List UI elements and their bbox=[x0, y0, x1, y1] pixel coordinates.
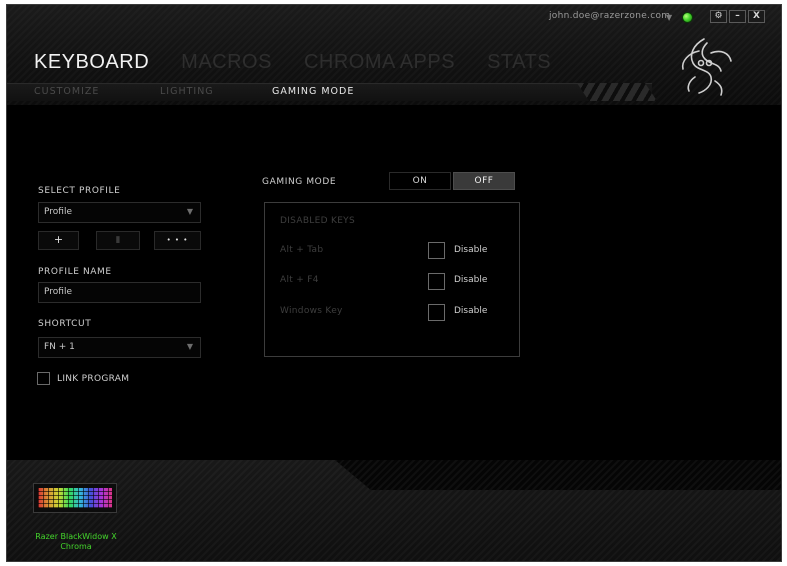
device-thumbnail[interactable] bbox=[33, 483, 117, 513]
account-email[interactable]: john.doe@razerzone.com bbox=[549, 11, 670, 21]
sub-tab-bar-decoration bbox=[577, 83, 657, 101]
windows-key-disable-label: Disable bbox=[454, 306, 488, 316]
delete-profile-button[interactable]: ▮ bbox=[96, 231, 140, 250]
gaming-mode-label: GAMING MODE bbox=[262, 177, 337, 187]
online-status-icon[interactable] bbox=[682, 12, 693, 23]
window-controls: ⚙ – X bbox=[710, 10, 765, 23]
tab-chroma-apps[interactable]: CHROMA APPS bbox=[304, 51, 455, 74]
chevron-down-icon: ▼ bbox=[186, 342, 193, 351]
subtab-customize[interactable]: CUSTOMIZE bbox=[34, 86, 160, 97]
account-dropdown-icon[interactable]: ▼ bbox=[666, 13, 672, 22]
more-options-button[interactable]: • • • bbox=[154, 231, 201, 250]
razer-logo-icon bbox=[681, 38, 732, 96]
alt-f4-disable-label: Disable bbox=[454, 275, 488, 285]
chevron-down-icon: ▼ bbox=[186, 207, 193, 216]
footer-decoration bbox=[335, 460, 781, 490]
keyboard-image-icon bbox=[38, 488, 112, 508]
alt-tab-disable-label: Disable bbox=[454, 245, 488, 255]
synapse-window: john.doe@razerzone.com ▼ ⚙ – X KEYBOARD … bbox=[6, 4, 782, 562]
alt-f4-disable-checkbox[interactable] bbox=[428, 273, 445, 290]
main-tabs: KEYBOARD MACROS CHROMA APPS STATS bbox=[34, 51, 583, 74]
key-alt-f4-label: Alt + F4 bbox=[280, 275, 319, 285]
device-name-line1: Razer BlackWidow X bbox=[35, 532, 117, 541]
gaming-mode-on-button[interactable]: ON bbox=[389, 172, 451, 190]
shortcut-label: SHORTCUT bbox=[38, 319, 92, 329]
device-name[interactable]: Razer BlackWidow X Chroma bbox=[25, 532, 127, 552]
link-program-checkbox[interactable] bbox=[37, 372, 50, 385]
close-button[interactable]: X bbox=[748, 10, 765, 23]
sub-tabs: CUSTOMIZE LIGHTING GAMING MODE bbox=[34, 86, 354, 97]
shortcut-select[interactable]: FN + 1 ▼ bbox=[38, 337, 201, 358]
select-profile-label: SELECT PROFILE bbox=[38, 186, 121, 196]
tab-keyboard[interactable]: KEYBOARD bbox=[34, 51, 149, 74]
subtab-gaming-mode[interactable]: GAMING MODE bbox=[272, 86, 354, 97]
key-windows-label: Windows Key bbox=[280, 306, 343, 316]
profile-name-input[interactable]: Profile bbox=[38, 282, 201, 303]
gaming-mode-off-button[interactable]: OFF bbox=[453, 172, 515, 190]
device-name-line2: Chroma bbox=[60, 542, 92, 551]
tab-macros[interactable]: MACROS bbox=[181, 51, 272, 74]
shortcut-select-value: FN + 1 bbox=[44, 342, 75, 352]
minimize-button[interactable]: – bbox=[729, 10, 746, 23]
settings-gear-icon[interactable]: ⚙ bbox=[710, 10, 727, 23]
disabled-keys-title: DISABLED KEYS bbox=[280, 216, 355, 226]
alt-tab-disable-checkbox[interactable] bbox=[428, 242, 445, 259]
profile-name-label: PROFILE NAME bbox=[38, 267, 112, 277]
profile-select[interactable]: Profile ▼ bbox=[38, 202, 201, 223]
add-profile-button[interactable]: + bbox=[38, 231, 79, 250]
subtab-lighting[interactable]: LIGHTING bbox=[160, 86, 272, 97]
gaming-mode-toggle: ON OFF bbox=[389, 172, 515, 190]
key-alt-tab-label: Alt + Tab bbox=[280, 245, 324, 255]
windows-key-disable-checkbox[interactable] bbox=[428, 304, 445, 321]
profile-select-value: Profile bbox=[44, 207, 72, 217]
tab-stats[interactable]: STATS bbox=[487, 51, 551, 74]
link-program-label: LINK PROGRAM bbox=[57, 374, 130, 384]
